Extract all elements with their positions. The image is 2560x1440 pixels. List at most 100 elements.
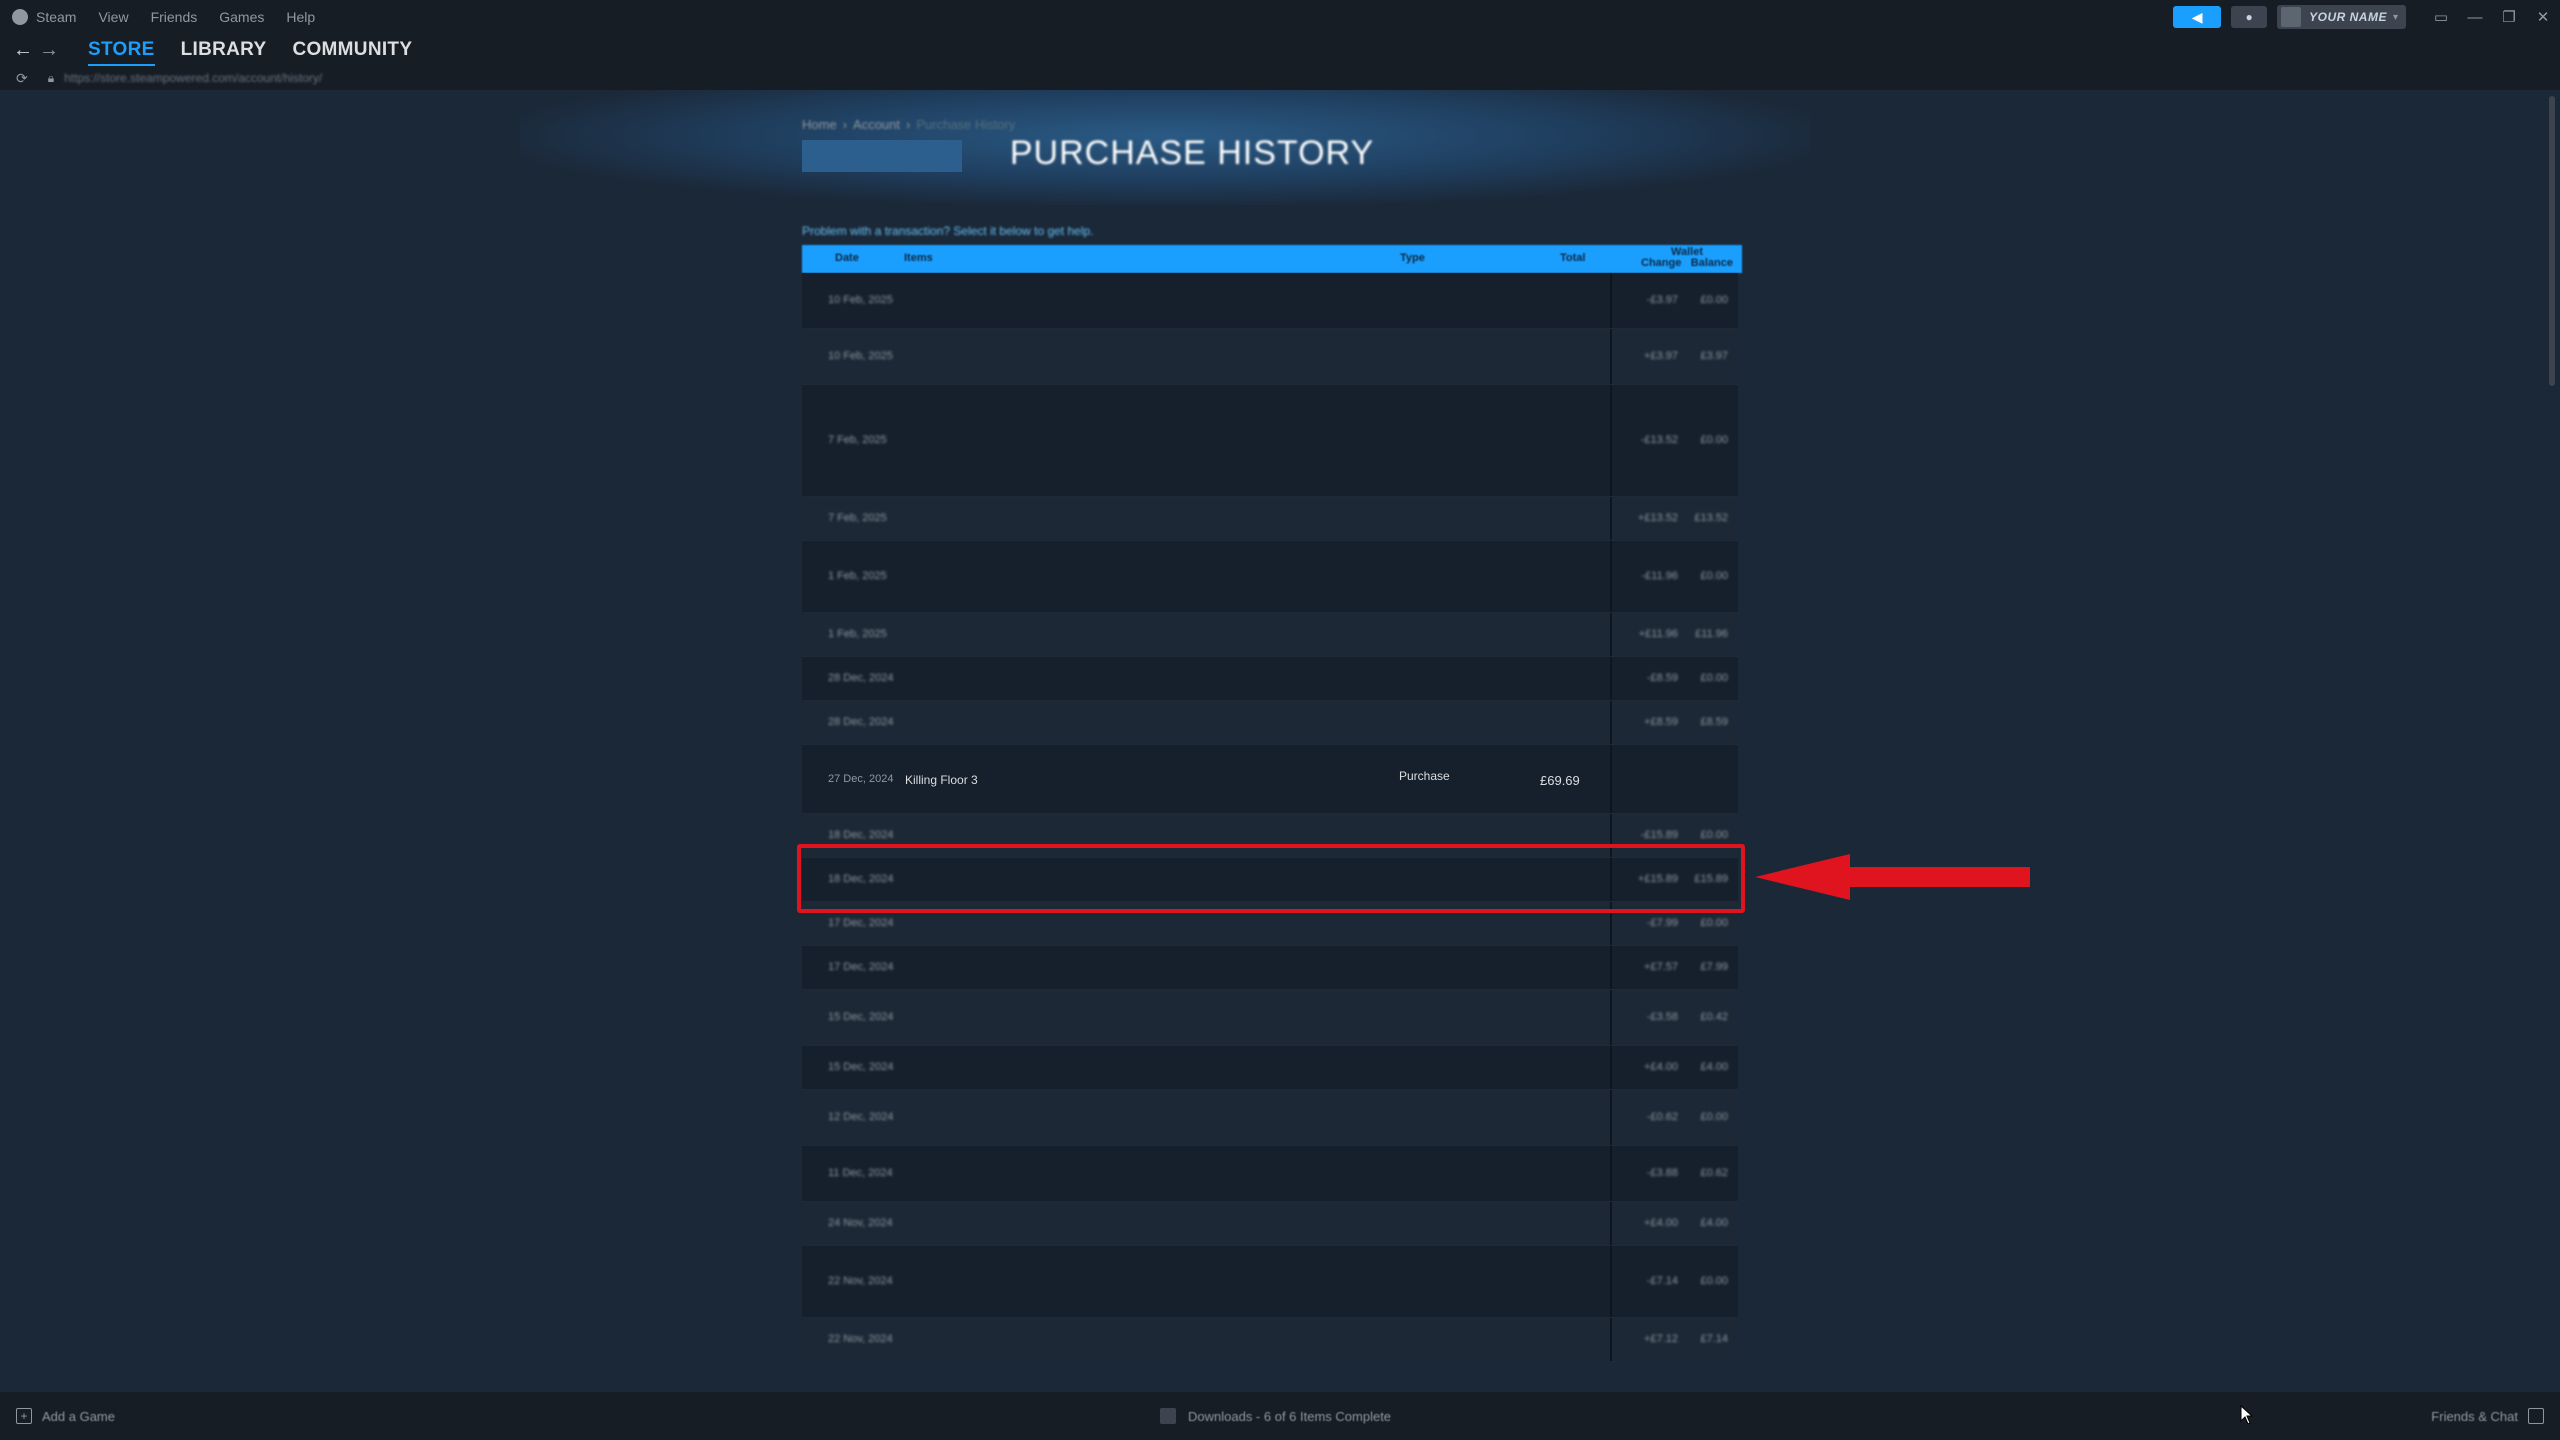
cell-date: 18 Dec, 2024 [828,829,894,841]
header-date: Date [835,252,859,264]
cell-wallet-change: +£4.00 [1644,1061,1678,1073]
table-row[interactable]: 7 Feb, 2025 -£13.52 £0.00 [802,385,1738,497]
tab-store[interactable]: STORE [88,39,155,67]
table-row[interactable]: 10 Feb, 2025 +£3.97 £3.97 [802,329,1738,385]
notifications-button[interactable]: ● [2231,6,2268,28]
cell-date: 1 Feb, 2025 [828,570,887,582]
row-divider [1610,1146,1612,1201]
menu-games[interactable]: Games [219,9,264,25]
menu-view[interactable]: View [98,9,128,25]
cell-items: Killing Floor 3 [905,773,978,787]
cell-date: 12 Dec, 2024 [828,1111,894,1123]
breadcrumb-account[interactable]: Account [853,117,900,132]
row-divider [1610,1246,1612,1317]
table-row[interactable]: 17 Dec, 2024 +£7.57 £7.99 [802,946,1738,990]
table-row[interactable]: 28 Dec, 2024 -£8.59 £0.00 [802,657,1738,701]
back-arrow-icon[interactable]: ← [10,39,36,62]
announcements-button[interactable]: ◀ [2173,6,2222,28]
friends-chat-button[interactable]: Friends & Chat [2431,1408,2544,1424]
table-row[interactable]: 22 Nov, 2024 -£7.14 £0.00 [802,1246,1738,1318]
cell-wallet-change: +£4.00 [1644,1217,1678,1229]
chat-icon [2528,1408,2544,1424]
big-picture-icon[interactable]: ▭ [2424,0,2458,34]
header-wallet: Wallet Change Balance [1637,247,1737,269]
friends-chat-label: Friends & Chat [2431,1408,2518,1424]
cell-wallet-balance: £3.97 [1700,350,1728,362]
cell-total: £69.69 [1540,773,1580,788]
cell-wallet-balance: £4.00 [1700,1061,1728,1073]
row-divider [1610,814,1612,857]
page-content: Home › Account › Purchase History PURCHASE H… [0,90,2545,1392]
cell-wallet-balance: £7.14 [1700,1333,1728,1345]
cell-wallet-balance: £0.00 [1700,294,1728,306]
mouse-cursor-icon [2240,1405,2254,1425]
table-row[interactable]: 18 Dec, 2024 +£15.89 £15.89 [802,858,1738,902]
avatar [2281,7,2302,27]
downloads-status[interactable]: Downloads - 6 of 6 Items Complete [1160,1408,1391,1424]
table-row[interactable]: 1 Feb, 2025 -£11.96 £0.00 [802,541,1738,613]
table-row[interactable]: 22 Nov, 2024 +£7.12 £7.14 [802,1318,1738,1362]
tab-community[interactable]: COMMUNITY [292,39,412,61]
table-row[interactable]: 7 Feb, 2025 +£13.52 £13.52 [802,497,1738,541]
row-divider [1610,858,1612,901]
table-row[interactable]: 10 Feb, 2025 -£3.97 £0.00 [802,273,1738,329]
menu-help[interactable]: Help [286,9,315,25]
steam-logo-icon[interactable] [12,9,28,25]
scroll-thumb[interactable] [2549,96,2555,386]
window-controls: ◀ ● YOUR NAME ▾ ▭ — ❐ ✕ [2173,0,2560,34]
minimize-icon[interactable]: — [2458,0,2492,34]
cell-date: 22 Nov, 2024 [828,1333,893,1345]
reload-icon[interactable]: ⟳ [16,70,28,87]
row-divider [1610,657,1612,700]
lock-icon: 🔒︎ [47,70,55,85]
account-menu[interactable]: YOUR NAME ▾ [2277,5,2406,29]
header-wallet-change: Change [1641,257,1682,269]
table-row[interactable]: 15 Dec, 2024 -£3.58 £0.42 [802,990,1738,1046]
cell-wallet-balance: £0.00 [1700,570,1728,582]
nav-bar: ← → STORE LIBRARY COMMUNITY [0,34,2560,67]
scrollbar[interactable] [2545,90,2560,1392]
table-row[interactable]: 12 Dec, 2024 -£0.62 £0.00 [802,1090,1738,1146]
menu-steam[interactable]: Steam [36,9,76,25]
user-name: YOUR NAME [2309,10,2387,24]
table-row[interactable]: 17 Dec, 2024 -£7.99 £0.00 [802,902,1738,946]
close-icon[interactable]: ✕ [2526,0,2560,34]
table-row[interactable]: 28 Dec, 2024 +£8.59 £8.59 [802,701,1738,745]
breadcrumb: Home › Account › Purchase History [802,117,1016,132]
table-row-highlighted[interactable]: 27 Dec, 2024 Killing Floor 3 Purchase £69.6… [802,745,1738,814]
add-game-button[interactable]: + Add a Game [16,1408,115,1424]
forward-arrow-icon[interactable]: → [36,39,62,62]
cell-wallet-change: -£3.58 [1646,1011,1678,1023]
url-text[interactable]: https://store.steampowered.com/account/h… [64,71,322,85]
downloads-label: Downloads - 6 of 6 Items Complete [1188,1408,1392,1424]
cell-wallet-balance: £15.89 [1694,873,1728,885]
red-arrow-annotation [1755,854,2030,900]
cell-date: 10 Feb, 2025 [828,294,893,306]
cell-date: 28 Dec, 2024 [828,672,894,684]
cell-wallet-change: +£15.89 [1637,873,1678,885]
cell-date: 27 Dec, 2024 [828,773,894,785]
row-divider [1610,1046,1612,1089]
table-row[interactable]: 24 Nov, 2024 +£4.00 £4.00 [802,1202,1738,1246]
download-icon [1160,1408,1176,1424]
cell-type: Purchase [1399,769,1450,783]
maximize-icon[interactable]: ❐ [2492,0,2526,34]
cell-wallet-change: -£15.89 [1640,829,1678,841]
cell-wallet-change: +£7.12 [1644,1333,1678,1345]
cell-wallet-balance: £0.00 [1700,1111,1728,1123]
table-row[interactable]: 15 Dec, 2024 +£4.00 £4.00 [802,1046,1738,1090]
page-title: PURCHASE HISTORY [1009,134,1375,172]
table-row[interactable]: 1 Feb, 2025 +£11.96 £11.96 [802,613,1738,657]
breadcrumb-home[interactable]: Home [802,117,837,132]
tab-library[interactable]: LIBRARY [181,39,267,61]
table-row[interactable]: 18 Dec, 2024 -£15.89 £0.00 [802,814,1738,858]
row-divider [1610,613,1612,656]
cell-date: 10 Feb, 2025 [828,350,893,362]
table-row[interactable]: 11 Dec, 2024 -£3.88 £0.62 [802,1146,1738,1202]
row-divider [1610,1318,1612,1361]
help-text[interactable]: Problem with a transaction? Select it be… [802,224,1094,238]
cell-wallet-change: +£3.97 [1644,350,1678,362]
row-divider [1610,1090,1612,1145]
cell-wallet-balance: £0.00 [1700,672,1728,684]
menu-friends[interactable]: Friends [151,9,198,25]
